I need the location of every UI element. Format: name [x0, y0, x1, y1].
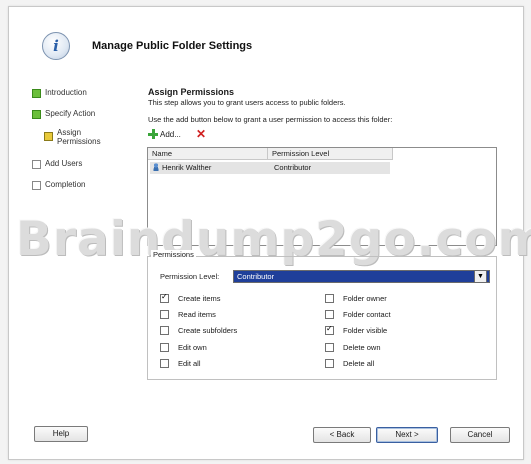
nav-item-label: Add Users	[45, 159, 83, 168]
checkbox-box[interactable]	[160, 359, 169, 368]
step-pending-icon	[32, 160, 41, 169]
checkbox-folder-contact[interactable]: Folder contact	[325, 310, 391, 319]
checkbox-box[interactable]	[325, 310, 334, 319]
nav-item-label: Specify Action	[45, 109, 96, 118]
checkbox-box[interactable]	[325, 324, 334, 335]
nav-item-label: Completion	[45, 180, 86, 189]
user-name: Henrik Walther	[162, 163, 212, 172]
column-header-name[interactable]: Name	[148, 148, 268, 160]
user-name-cell: Henrik Walther	[152, 162, 211, 174]
cancel-button[interactable]: Cancel	[450, 427, 510, 443]
checkbox-label: Folder contact	[343, 310, 391, 319]
nav-item-completion: Completion	[32, 180, 85, 190]
checkbox-label: Delete own	[343, 343, 381, 352]
checkbox-label: Edit all	[178, 359, 201, 368]
checkbox-box[interactable]	[325, 343, 334, 352]
checkbox-edit-own[interactable]: Edit own	[160, 343, 207, 352]
checkbox-label: Create items	[178, 294, 221, 303]
nav-item-add-users: Add Users	[32, 159, 82, 169]
checkbox-label: Folder visible	[343, 326, 388, 335]
step-pending-icon	[32, 181, 41, 190]
step-done-icon	[32, 110, 41, 119]
nav-item-introduction: Introduction	[32, 88, 87, 98]
step-done-icon	[32, 89, 41, 98]
checkbox-read-items[interactable]: Read items	[160, 310, 216, 319]
permissions-group-label: Permissions	[151, 250, 196, 259]
checkbox-label: Edit own	[178, 343, 207, 352]
instruction-text: Use the add button below to grant a user…	[148, 115, 393, 124]
checkbox-create-items[interactable]: Create items	[160, 292, 221, 303]
checkbox-folder-visible[interactable]: Folder visible	[325, 324, 388, 335]
info-icon: i	[42, 32, 70, 60]
checkbox-box[interactable]	[325, 359, 334, 368]
nav-item-assign-permissions: Assign Permissions	[44, 128, 101, 146]
checkbox-label: Delete all	[343, 359, 375, 368]
permission-level-select[interactable]: Contributor	[233, 270, 490, 283]
remove-icon[interactable]: ✕	[196, 127, 206, 141]
checkbox-box[interactable]	[160, 343, 169, 352]
add-button[interactable]: Add...	[148, 129, 181, 139]
next-button[interactable]: Next >	[376, 427, 438, 443]
checkbox-create-subfolders[interactable]: Create subfolders	[160, 326, 237, 335]
checkbox-label: Folder owner	[343, 294, 387, 303]
checkbox-delete-own[interactable]: Delete own	[325, 343, 381, 352]
help-button[interactable]: Help	[34, 426, 88, 442]
nav-item-specify-action: Specify Action	[32, 109, 95, 119]
checkbox-box[interactable]	[160, 292, 169, 303]
section-title: Assign Permissions	[148, 87, 235, 97]
checkbox-label: Create subfolders	[178, 326, 238, 335]
checkbox-edit-all[interactable]: Edit all	[160, 359, 201, 368]
page-title: Manage Public Folder Settings	[92, 40, 253, 52]
user-icon	[152, 163, 160, 171]
back-button[interactable]: < Back	[313, 427, 371, 443]
add-icon	[148, 129, 158, 139]
permission-level-label: Permission Level:	[160, 272, 220, 281]
checkbox-box[interactable]	[160, 326, 169, 335]
step-current-icon	[44, 132, 53, 141]
nav-item-label: Introduction	[45, 88, 87, 97]
column-header-permission-level[interactable]: Permission Level	[268, 148, 393, 160]
permission-level-cell: Contributor	[274, 163, 312, 172]
section-description: This step allows you to grant users acce…	[148, 98, 346, 107]
checkbox-folder-owner[interactable]: Folder owner	[325, 294, 387, 303]
checkbox-delete-all[interactable]: Delete all	[325, 359, 374, 368]
table-row[interactable]: Henrik Walther Contributor	[150, 162, 390, 174]
checkbox-label: Read items	[178, 310, 216, 319]
checkbox-box[interactable]	[325, 294, 334, 303]
chevron-down-icon[interactable]: ▼	[474, 270, 487, 283]
checkbox-box[interactable]	[160, 310, 169, 319]
add-button-label: Add...	[160, 129, 181, 139]
nav-item-label: Assign Permissions	[57, 128, 101, 146]
